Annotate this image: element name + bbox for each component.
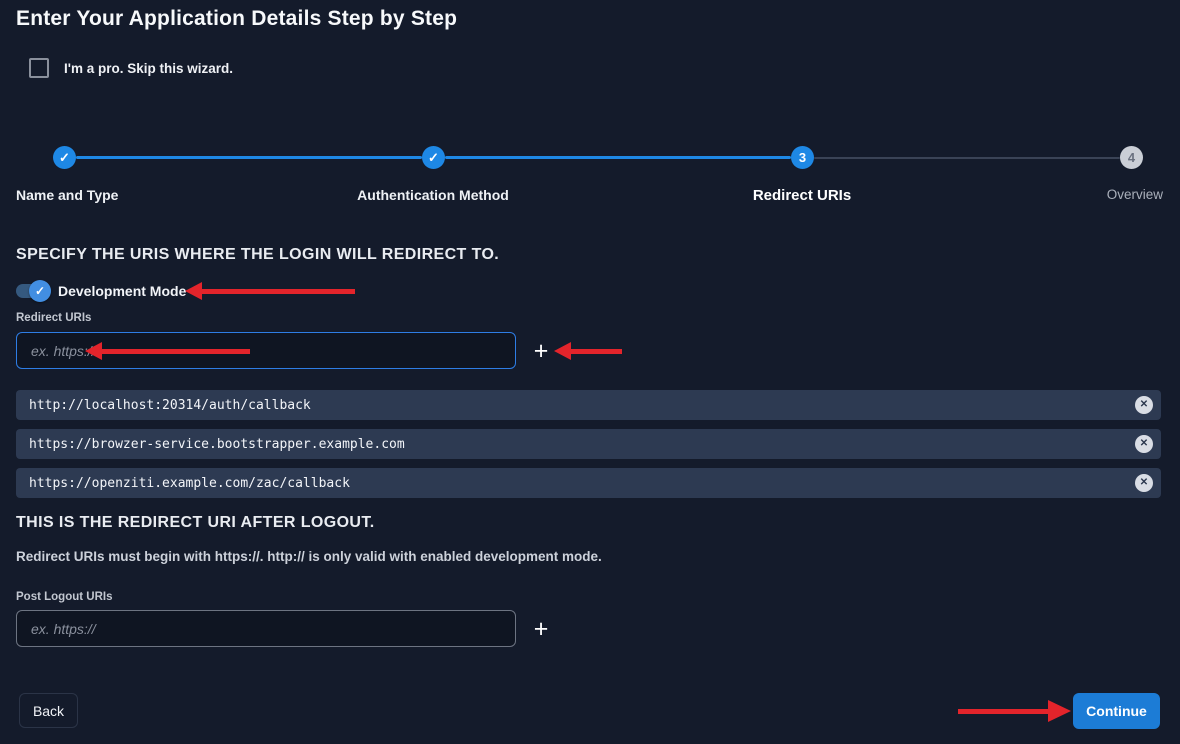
arrow-tail	[202, 289, 355, 294]
page-title: Enter Your Application Details Step by S…	[16, 7, 457, 31]
step-3-circle[interactable]: 3	[791, 146, 814, 169]
step-4-circle: 4	[1120, 146, 1143, 169]
uri-text: https://openziti.example.com/zac/callbac…	[16, 476, 350, 491]
stepper-line-1	[76, 156, 422, 159]
skip-wizard-checkbox[interactable]	[29, 58, 49, 78]
check-icon: ✓	[59, 151, 70, 164]
arrow-head-icon	[185, 282, 202, 300]
logout-section-heading: THIS IS THE REDIRECT URI AFTER LOGOUT.	[16, 514, 375, 532]
step-2-circle[interactable]: ✓	[422, 146, 445, 169]
annotation-arrow-continue	[958, 700, 1071, 722]
redirect-section-heading: SPECIFY THE URIS WHERE THE LOGIN WILL RE…	[16, 246, 499, 264]
redirect-uri-input[interactable]	[16, 332, 516, 369]
arrow-tail	[958, 709, 1048, 714]
uri-row: https://openziti.example.com/zac/callbac…	[16, 468, 1161, 498]
step-2-label: Authentication Method	[357, 187, 509, 203]
step-number: 3	[799, 151, 806, 164]
annotation-arrow-add-button	[554, 342, 622, 360]
close-icon: ✕	[1140, 439, 1148, 449]
step-number: 4	[1128, 151, 1135, 164]
redirect-uri-note: Redirect URIs must begin with https://. …	[16, 549, 602, 564]
remove-uri-button[interactable]: ✕	[1135, 474, 1153, 492]
redirect-uris-label: Redirect URIs	[16, 312, 91, 324]
plus-icon: +	[534, 339, 549, 364]
continue-button[interactable]: Continue	[1073, 693, 1160, 729]
development-mode-toggle[interactable]: ✓	[16, 279, 51, 303]
uri-text: https://browzer-service.bootstrapper.exa…	[16, 437, 405, 452]
step-4-label: Overview	[1107, 187, 1163, 202]
uri-row: http://localhost:20314/auth/callback ✕	[16, 390, 1161, 420]
close-icon: ✕	[1140, 400, 1148, 410]
stepper-line-2	[445, 156, 791, 159]
check-icon: ✓	[35, 284, 45, 298]
check-icon: ✓	[428, 151, 439, 164]
toggle-thumb: ✓	[29, 280, 51, 302]
post-logout-uris-label: Post Logout URIs	[16, 591, 112, 603]
arrow-head-icon	[554, 342, 571, 360]
step-1-circle[interactable]: ✓	[53, 146, 76, 169]
post-logout-uri-input[interactable]	[16, 610, 516, 647]
development-mode-label: Development Mode	[58, 283, 186, 299]
development-mode-toggle-row: ✓ Development Mode	[16, 279, 186, 303]
add-post-logout-uri-button[interactable]: +	[528, 616, 554, 642]
plus-icon: +	[534, 617, 549, 642]
arrow-head-icon	[1048, 700, 1071, 722]
close-icon: ✕	[1140, 478, 1148, 488]
remove-uri-button[interactable]: ✕	[1135, 396, 1153, 414]
step-1-label: Name and Type	[16, 187, 118, 203]
add-redirect-uri-button[interactable]: +	[528, 338, 554, 364]
skip-wizard-label: I'm a pro. Skip this wizard.	[64, 61, 233, 76]
application-wizard-screen: Enter Your Application Details Step by S…	[0, 0, 1180, 744]
uri-text: http://localhost:20314/auth/callback	[16, 398, 311, 413]
remove-uri-button[interactable]: ✕	[1135, 435, 1153, 453]
stepper-line-3	[814, 157, 1120, 159]
skip-wizard-row: I'm a pro. Skip this wizard.	[29, 58, 233, 78]
step-3-label: Redirect URIs	[753, 187, 851, 204]
uri-row: https://browzer-service.bootstrapper.exa…	[16, 429, 1161, 459]
back-button[interactable]: Back	[19, 693, 78, 728]
arrow-tail	[571, 349, 622, 354]
annotation-arrow-dev-mode	[185, 282, 355, 300]
